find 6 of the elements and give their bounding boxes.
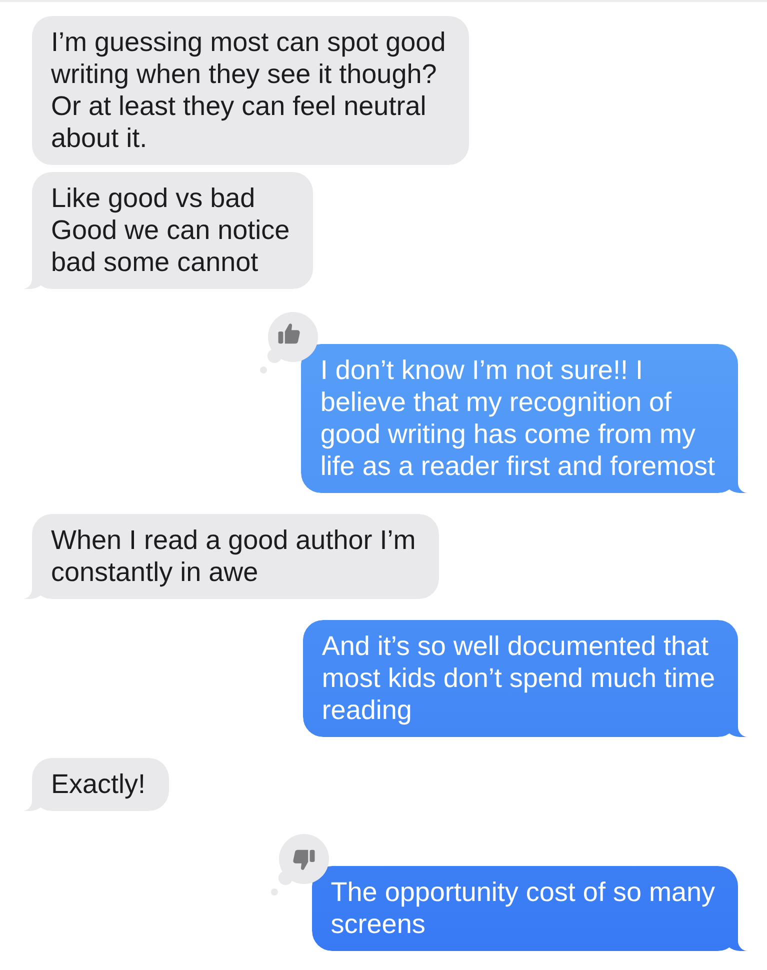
message-bubble: And it’s so well documented that most kids don’t spend much time reading: [302, 620, 748, 737]
message-bubble: I don’t know I’m not sure!! I believe that my recognition of good writing has come from my life as a reader first and foremost: [301, 344, 748, 493]
message-bubble: Like good vs bad Good we can notice bad some cannot: [22, 172, 313, 289]
message-bubble: The opportunity cost of so many screens: [312, 866, 748, 951]
message-bubble: When I read a good author I’m constantly in awe: [22, 514, 439, 599]
message-bubble: Exactly!: [22, 758, 169, 811]
